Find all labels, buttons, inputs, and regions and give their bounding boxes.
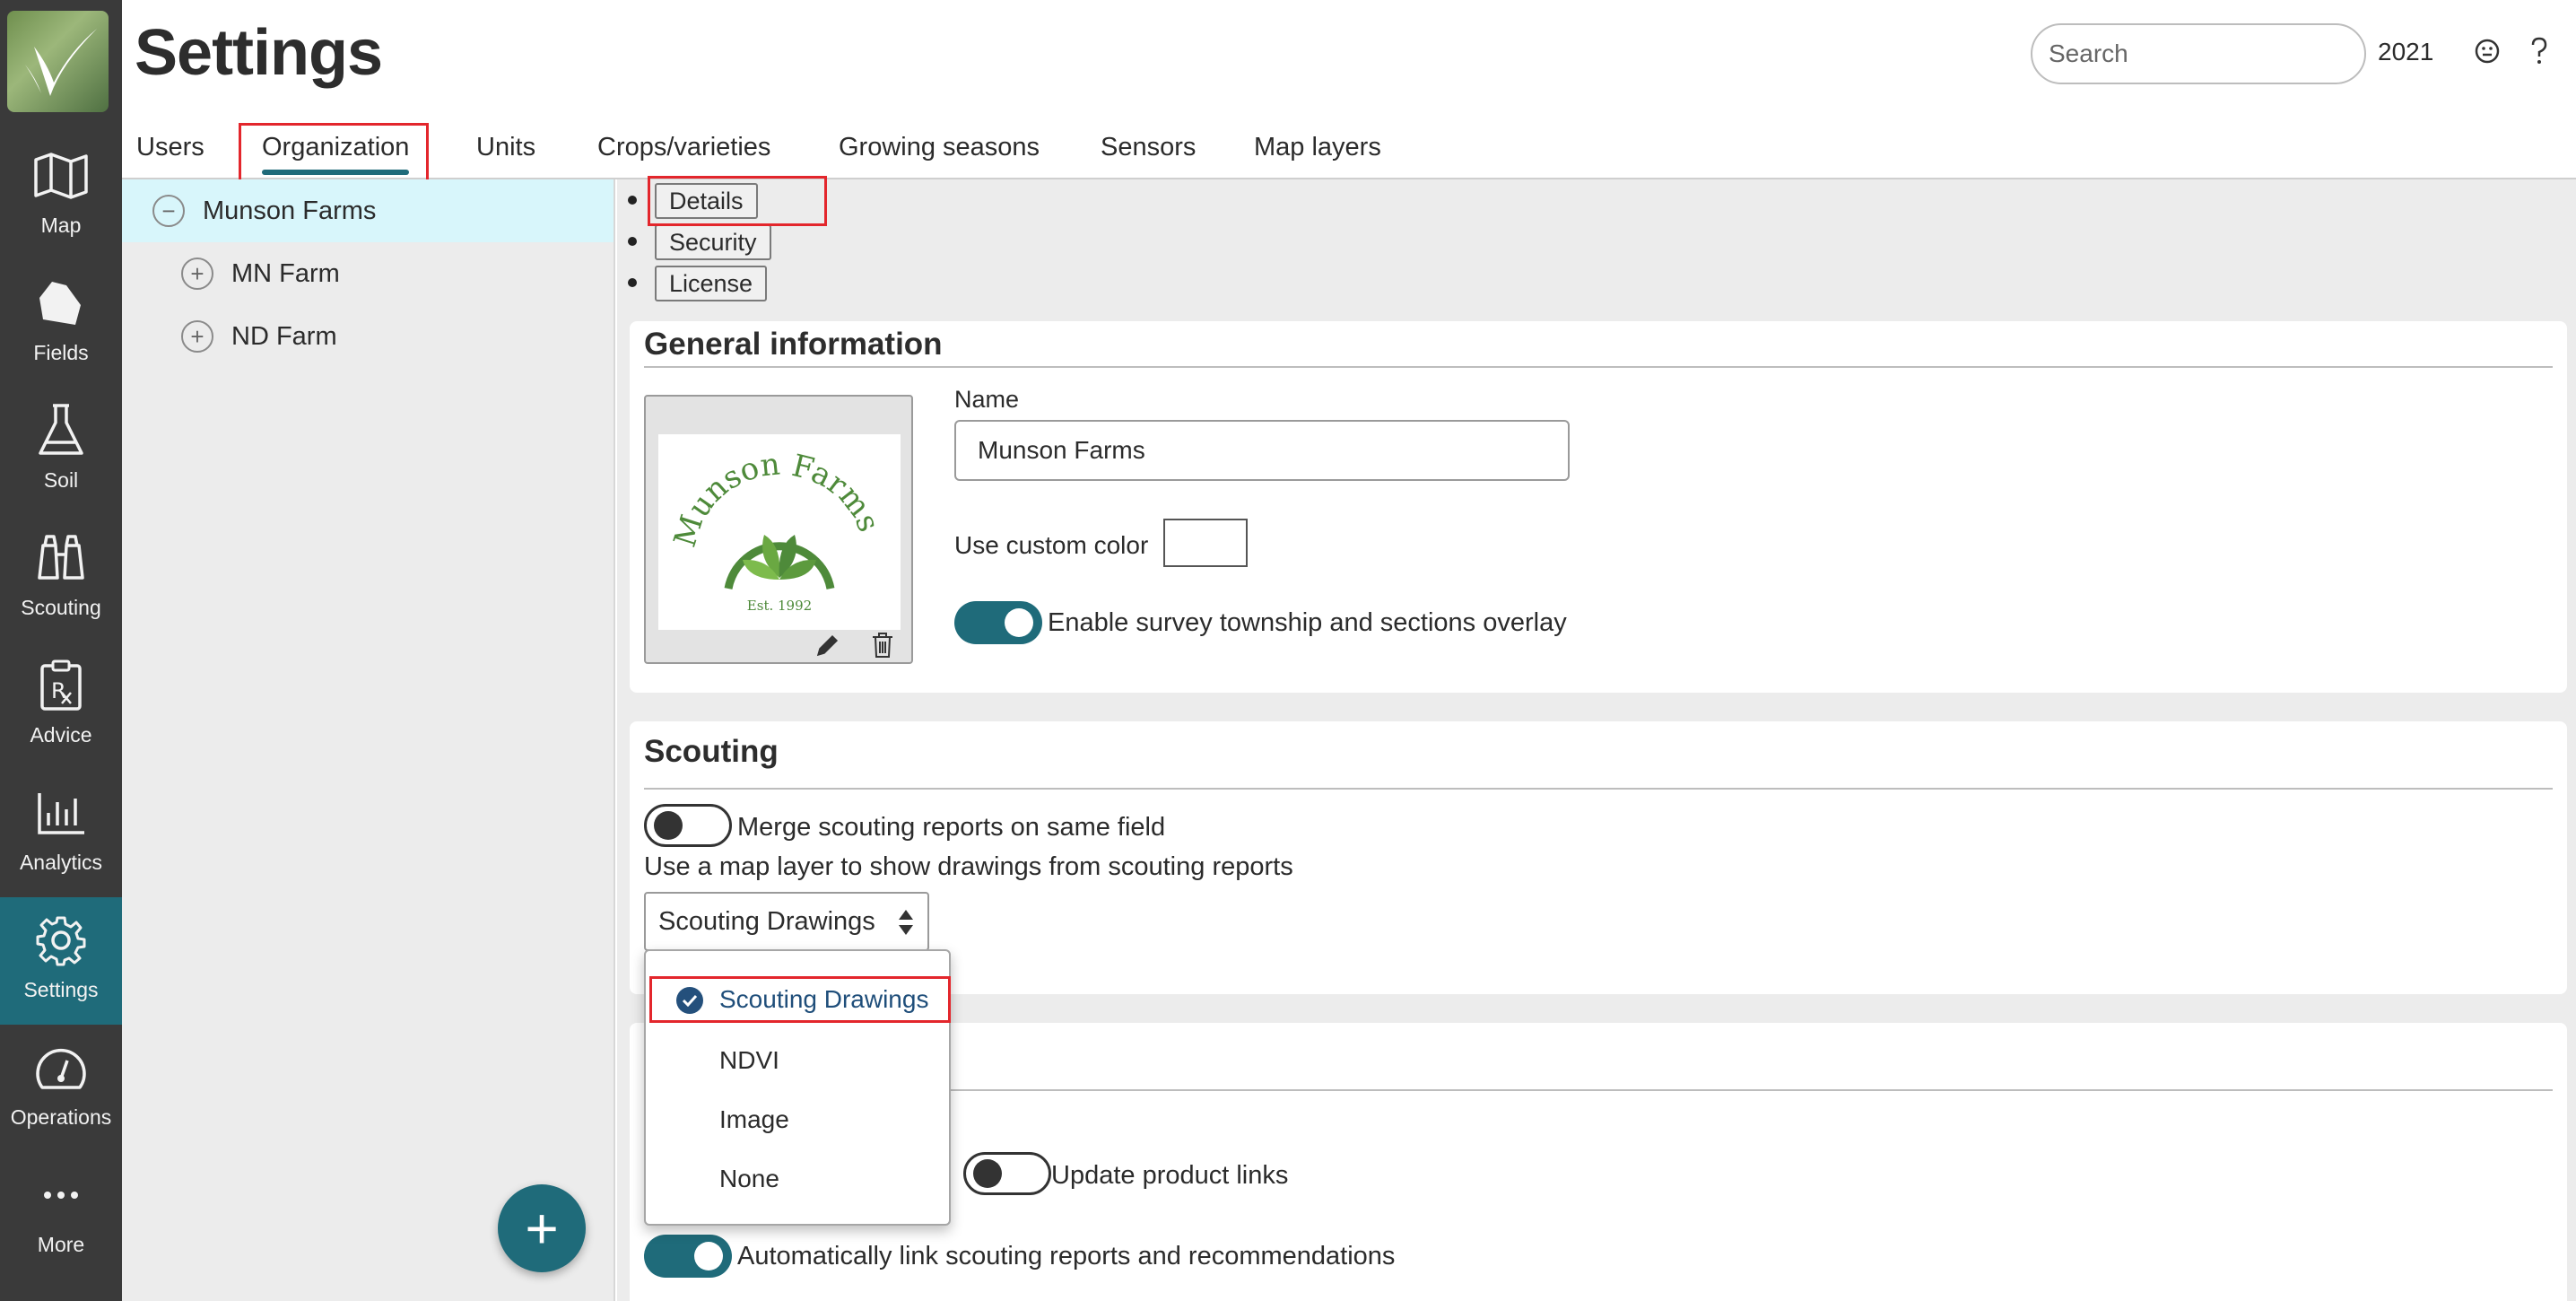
nav-soil[interactable]: Soil xyxy=(0,388,122,515)
option-image[interactable]: Image xyxy=(646,1093,949,1147)
nav-advice-label: Advice xyxy=(30,723,92,747)
logo-image: Munson Farms Est. 1992 xyxy=(658,434,901,630)
nav-settings-label: Settings xyxy=(23,978,99,1001)
gauge-icon xyxy=(32,1039,90,1096)
nav-operations[interactable]: Operations xyxy=(0,1025,122,1152)
gear-icon xyxy=(32,912,90,969)
toggle-knob xyxy=(973,1159,1002,1188)
tree-item-label: ND Farm xyxy=(231,321,337,351)
tab-growing-seasons[interactable]: Growing seasons xyxy=(839,133,1040,162)
custom-color-picker[interactable] xyxy=(1163,519,1248,567)
svg-text:Munson Farms: Munson Farms xyxy=(667,447,887,552)
nav-operations-label: Operations xyxy=(10,1105,112,1129)
tab-units[interactable]: Units xyxy=(476,133,535,162)
nav-fields-label: Fields xyxy=(33,341,89,364)
nav-scouting-label: Scouting xyxy=(21,596,101,619)
map-layer-dropdown: Scouting Drawings NDVI Image None xyxy=(644,949,951,1226)
tree-item-mn-farm[interactable]: + MN Farm xyxy=(122,242,614,305)
tab-sensors[interactable]: Sensors xyxy=(1101,133,1196,162)
toggle-knob xyxy=(694,1242,723,1270)
nav-more-label: More xyxy=(37,1233,85,1256)
custom-color-label: Use custom color xyxy=(954,531,1149,559)
map-icon xyxy=(32,147,90,205)
auto-link-toggle[interactable] xyxy=(644,1235,732,1278)
option-label: None xyxy=(719,1165,779,1192)
edit-pencil-icon[interactable] xyxy=(814,632,841,659)
option-label: Scouting Drawings xyxy=(719,985,929,1013)
nav-analytics[interactable]: Analytics xyxy=(0,770,122,897)
option-scouting-drawings[interactable]: Scouting Drawings xyxy=(646,973,949,1026)
nav-fields[interactable]: Fields xyxy=(0,260,122,388)
update-product-links-toggle[interactable] xyxy=(963,1152,1051,1195)
plus-icon: + xyxy=(525,1196,559,1261)
app-logo[interactable] xyxy=(7,11,109,112)
tree-item-label: Munson Farms xyxy=(203,196,377,225)
merge-reports-toggle[interactable] xyxy=(644,804,732,847)
tab-crops-varieties[interactable]: Crops/varieties xyxy=(597,133,770,162)
tab-map-layers[interactable]: Map layers xyxy=(1254,133,1381,162)
option-label: NDVI xyxy=(719,1046,779,1074)
field-icon xyxy=(32,275,90,332)
check-icon xyxy=(676,987,703,1014)
collapse-icon[interactable]: − xyxy=(152,195,185,227)
organization-logo: Munson Farms Est. 1992 xyxy=(644,395,913,664)
prescription-icon: R xyxy=(32,657,90,714)
organization-name-field[interactable] xyxy=(954,420,1570,481)
divider xyxy=(644,788,2553,790)
select-arrows-icon xyxy=(899,910,913,935)
auto-link-label: Automatically link scouting reports and … xyxy=(737,1242,1396,1270)
survey-overlay-toggle[interactable] xyxy=(954,601,1042,644)
delete-trash-icon[interactable] xyxy=(870,632,895,659)
nav-more[interactable]: More xyxy=(0,1152,122,1279)
expand-icon[interactable]: + xyxy=(181,320,213,353)
survey-overlay-label: Enable survey township and sections over… xyxy=(1048,608,1567,637)
general-information-heading: General information xyxy=(644,327,943,362)
option-label: Image xyxy=(719,1105,789,1133)
page-title: Settings xyxy=(135,17,383,89)
nav-advice[interactable]: R Advice xyxy=(0,642,122,770)
tab-organization[interactable]: Organization xyxy=(262,133,410,175)
details-button[interactable]: Details xyxy=(655,183,758,219)
flask-icon xyxy=(32,402,90,459)
binoculars-icon xyxy=(32,529,90,587)
security-button[interactable]: Security xyxy=(655,224,771,260)
settings-tabs: Users Organization Units Crops/varieties… xyxy=(122,117,2576,179)
tree-item-root[interactable]: − Munson Farms xyxy=(122,179,614,242)
nav-settings[interactable]: Settings xyxy=(0,897,122,1025)
scouting-heading: Scouting xyxy=(644,734,779,769)
toggle-knob xyxy=(654,811,683,840)
name-label: Name xyxy=(954,386,1020,413)
bar-chart-icon xyxy=(32,784,90,842)
divider xyxy=(644,366,2553,368)
logo-est-text: Est. 1992 xyxy=(747,598,812,614)
search-input[interactable] xyxy=(2031,23,2366,84)
nav-analytics-label: Analytics xyxy=(19,851,103,874)
merge-reports-label: Merge scouting reports on same field xyxy=(737,813,1166,842)
update-product-links-label: Update product links xyxy=(1051,1161,1289,1190)
toggle-knob xyxy=(1005,608,1033,637)
expand-icon[interactable]: + xyxy=(181,258,213,290)
nav-scouting[interactable]: Scouting xyxy=(0,515,122,642)
general-information-card: General information Munson Farms Est. 19… xyxy=(630,321,2567,693)
nav-map[interactable]: Map xyxy=(0,133,122,260)
option-none[interactable]: None xyxy=(646,1152,949,1206)
organization-tree: − Munson Farms + MN Farm + ND Farm xyxy=(122,179,615,1301)
help-icon[interactable] xyxy=(2524,36,2554,66)
map-layer-label: Use a map layer to show drawings from sc… xyxy=(644,852,1293,881)
tree-item-nd-farm[interactable]: + ND Farm xyxy=(122,305,614,368)
select-value: Scouting Drawings xyxy=(658,906,875,936)
option-ndvi[interactable]: NDVI xyxy=(646,1034,949,1087)
logo-brand-text: Munson Farms xyxy=(667,447,887,552)
more-icon xyxy=(32,1166,90,1224)
tab-users[interactable]: Users xyxy=(136,133,205,162)
nav-rail: Map Fields Soil Scouting R Advice Analyt… xyxy=(0,0,122,1301)
feedback-smiley-icon[interactable] xyxy=(2472,36,2502,66)
nav-map-label: Map xyxy=(40,214,82,237)
license-button[interactable]: License xyxy=(655,266,768,301)
add-button[interactable]: + xyxy=(498,1184,586,1272)
tree-item-label: MN Farm xyxy=(231,258,340,288)
map-layer-select[interactable]: Scouting Drawings xyxy=(644,892,929,951)
nav-soil-label: Soil xyxy=(43,468,79,492)
season-year[interactable]: 2021 xyxy=(2378,38,2433,66)
